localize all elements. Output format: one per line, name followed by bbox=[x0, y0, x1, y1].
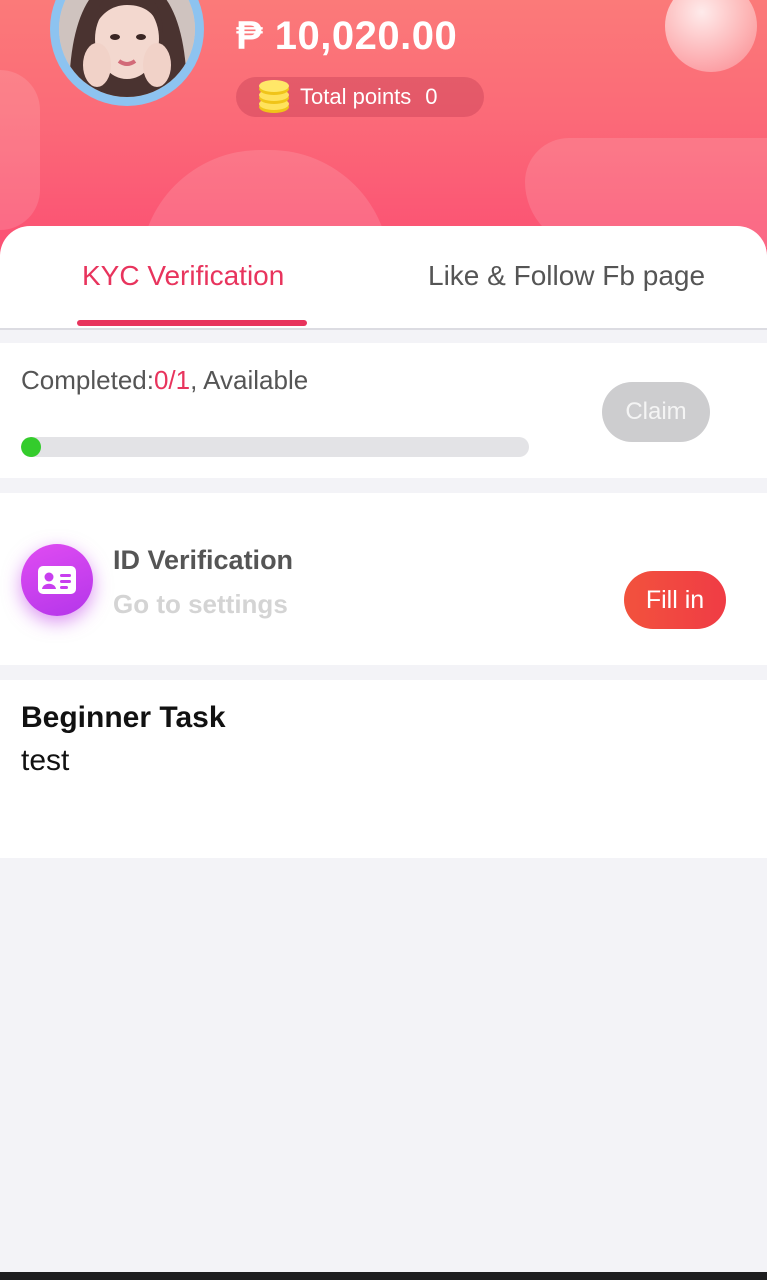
beginner-task-title: Beginner Task bbox=[21, 701, 226, 734]
decorative-blob bbox=[0, 70, 40, 230]
task-subtitle: Go to settings bbox=[113, 589, 288, 619]
completed-suffix: , Available bbox=[190, 365, 309, 395]
progress-bar-fill bbox=[21, 437, 42, 457]
total-points-label: Total points bbox=[300, 84, 412, 109]
tab-like-follow-fb[interactable]: Like & Follow Fb page bbox=[428, 226, 705, 326]
total-points-badge[interactable]: Total points 0 bbox=[236, 77, 484, 117]
task-title: ID Verification bbox=[113, 545, 294, 575]
completed-status: Completed:0/1, Available bbox=[21, 365, 308, 396]
coins-icon bbox=[259, 80, 289, 113]
fill-in-button[interactable]: Fill in bbox=[624, 571, 726, 629]
progress-bar bbox=[21, 437, 529, 457]
tab-kyc-verification[interactable]: KYC Verification bbox=[82, 226, 284, 326]
claim-button[interactable]: Claim bbox=[602, 382, 710, 442]
completed-count: 0/1 bbox=[153, 365, 191, 395]
profile-header: ₱ 10,020.00 Total points 0 bbox=[0, 0, 767, 260]
task-tabs: KYC Verification Like & Follow Fb page bbox=[0, 226, 767, 330]
beginner-task-card: Beginner Task test bbox=[0, 680, 767, 858]
beginner-task-description: test bbox=[21, 744, 70, 777]
progress-card: Completed:0/1, Available Claim bbox=[0, 343, 767, 478]
balance-amount: ₱ 10,020.00 bbox=[236, 14, 458, 58]
completed-prefix: Completed: bbox=[21, 365, 154, 395]
id-card-icon bbox=[21, 544, 93, 616]
active-tab-indicator bbox=[77, 320, 307, 326]
decorative-bubble bbox=[665, 0, 757, 72]
avatar-photo bbox=[59, 0, 195, 97]
avatar[interactable] bbox=[50, 0, 204, 106]
task-item-id-verification: ID Verification Go to settings Fill in bbox=[0, 493, 767, 665]
system-nav-bar bbox=[0, 1272, 767, 1280]
total-points-value: 0 bbox=[425, 84, 438, 109]
